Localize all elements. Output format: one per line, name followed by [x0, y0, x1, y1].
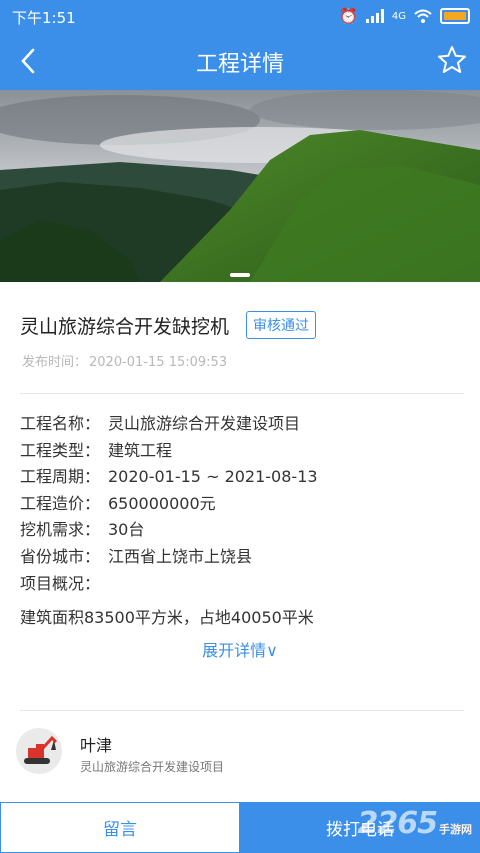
- page-title: 工程详情: [195, 52, 284, 77]
- detail-row-location: 省份城市： 江西省上饶市上饶县: [20, 544, 470, 571]
- contact-name: 叶津: [80, 736, 113, 755]
- project-overview-text: 建筑面积83500平方米，占地40050平米: [20, 608, 314, 627]
- banner-image[interactable]: [0, 90, 480, 282]
- detail-label: 挖机需求：: [20, 520, 101, 540]
- contact-project: 灵山旅游综合开发建设项目: [80, 760, 225, 774]
- message-button[interactable]: 留言: [0, 802, 240, 853]
- detail-row-cost: 工程造价： 650000000元: [20, 491, 470, 518]
- detail-value: 江西省上饶市上饶县: [108, 546, 253, 566]
- network-icon: 4G: [391, 10, 406, 22]
- status-time: 下午1:51: [12, 9, 76, 27]
- detail-label: 工程名称：: [20, 414, 101, 433]
- divider: [20, 393, 464, 394]
- excavator-icon: [24, 735, 58, 764]
- detail-row-name: 工程名称： 灵山旅游综合开发建设项目: [20, 411, 470, 438]
- detail-value: 2020-01-15 ~ 2021-08-13: [108, 467, 318, 487]
- watermark-number: 2265: [357, 806, 438, 841]
- status-badge: 审核通过: [246, 311, 316, 339]
- watermark-site: 手游网: [439, 823, 472, 836]
- favorite-star-icon[interactable]: [436, 44, 468, 76]
- detail-row-overview: 项目概况：: [20, 571, 470, 598]
- status-bar: 下午1:51 ⏰ 4G: [0, 0, 480, 32]
- detail-label: 工程周期：: [20, 467, 101, 487]
- publish-label: 发布时间：: [22, 355, 88, 370]
- detail-value: 650000000元: [108, 493, 216, 513]
- detail-label: 工程类型：: [20, 440, 101, 460]
- alarm-icon: ⏰: [339, 7, 358, 25]
- title-bar: 工程详情: [0, 32, 480, 90]
- detail-label: 工程造价：: [20, 493, 101, 513]
- signal-icon: [365, 9, 384, 23]
- publish-time: 发布时间： 2020-01-15 15:09:53: [20, 351, 227, 370]
- status-icons: ⏰ 4G: [339, 7, 470, 25]
- wifi-icon: [414, 9, 432, 23]
- expand-details-link[interactable]: 展开详情∨: [0, 637, 480, 661]
- detail-row-excavator: 挖机需求： 30台: [20, 517, 470, 544]
- divider: [20, 710, 464, 711]
- avatar: [16, 728, 62, 774]
- publish-value: 2020-01-15 15:09:53: [89, 355, 228, 370]
- contact-card[interactable]: 叶津 灵山旅游综合开发建设项目: [16, 728, 466, 774]
- watermark-logo: 2265 手游网: [358, 806, 473, 841]
- carousel-indicator: [230, 273, 250, 277]
- detail-value: 30台: [108, 520, 145, 540]
- detail-row-type: 工程类型： 建筑工程: [20, 438, 470, 465]
- detail-label: 项目概况：: [20, 573, 101, 593]
- project-details: 工程名称： 灵山旅游综合开发建设项目 工程类型： 建筑工程 工程周期： 2020-01…: [20, 411, 470, 597]
- detail-label: 省份城市：: [20, 546, 101, 566]
- battery-icon: [440, 8, 470, 24]
- detail-value: 灵山旅游综合开发建设项目: [108, 414, 301, 433]
- detail-value: 建筑工程: [108, 440, 173, 460]
- detail-row-period: 工程周期： 2020-01-15 ~ 2021-08-13: [20, 464, 470, 491]
- project-title: 灵山旅游综合开发缺挖机: [20, 316, 230, 338]
